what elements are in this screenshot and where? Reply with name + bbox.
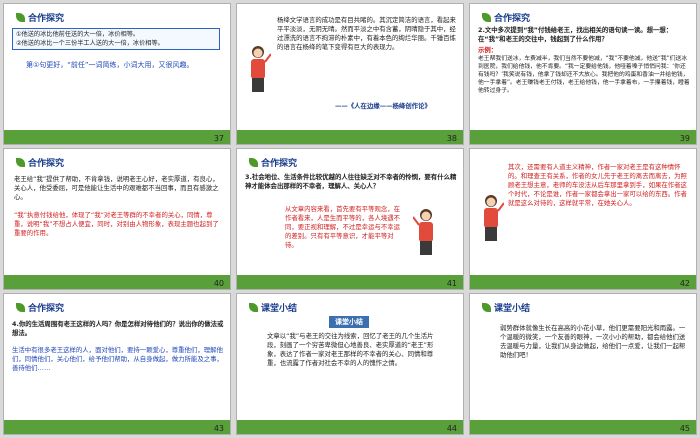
slide-footer xyxy=(470,275,696,289)
slide-footer xyxy=(4,130,230,144)
slide-number: 38 xyxy=(446,134,457,143)
option-2: ②他送的冰比一个三份半工人送的大一倍，冰价相等。 xyxy=(16,40,164,47)
leaf-icon xyxy=(482,302,491,312)
slide-thumbnail-43[interactable]: 合作探究 4.你的生活周围有老王这样的人吗？你是怎样对待他们的？说出你的做法或想… xyxy=(4,294,230,434)
slide-footer xyxy=(237,420,463,434)
section-tag: 合作探究 xyxy=(482,10,530,24)
option-1: ①他送的冰比他前任送的大一倍，冰价相等。 xyxy=(16,31,140,38)
slide-footer xyxy=(4,275,230,289)
slide-footer xyxy=(237,275,463,289)
slide-number: 45 xyxy=(679,424,690,433)
summary-text: 文章以“我”与老王的交往为线索，回忆了老王的几个生活片段，刻画了一个穷苦卑微但心… xyxy=(267,332,434,367)
teacher-figure-icon xyxy=(251,46,271,92)
summary-badge: 课堂小结 xyxy=(329,316,369,328)
answer-text: 第①句更好，“前任”一词简练，小词大用，又很风趣。 xyxy=(26,61,194,69)
highlight-text: “我”执意付钱给他，体现了“我”对老王等群的不幸者的关心，同情，尊重，说明“我”… xyxy=(14,211,219,237)
slide-thumbnail-40[interactable]: 合作探究 老王给“我”提供了帮助，不肯拿钱，说明老王心好，老实厚道，有良心，关心… xyxy=(4,149,230,289)
slide-footer xyxy=(237,130,463,144)
slide-thumbnail-41[interactable]: 合作探究 3.社会地位、生活条件比较优越的人往往缺乏对不幸者的怜悯，要有什么精神… xyxy=(237,149,463,289)
answer-text: 生活中有很多老王这样的人，面对他们，要持一颗爱心，尊重他们，理解他们，同情他们，… xyxy=(12,346,223,372)
slide-footer xyxy=(470,130,696,144)
slide-thumbnail-42[interactable]: 其次，还需要有人道主义精神，作者一家对老王是有这种情怀的。和理查王有关系，作者的… xyxy=(470,149,696,289)
slide-number: 44 xyxy=(446,424,457,433)
slide-number: 37 xyxy=(213,134,224,143)
leaf-icon xyxy=(249,157,258,167)
slide-thumbnail-37[interactable]: 合作探究 ①他送的冰比他前任送的大一倍，冰价相等。 ②他送的冰比一个三份半工人送… xyxy=(4,4,230,144)
section-tag: 合作探究 xyxy=(16,155,64,169)
slide-sorter-grid: 合作探究 ①他送的冰比他前任送的大一倍，冰价相等。 ②他送的冰比一个三份半工人送… xyxy=(0,0,700,438)
slide-thumbnail-39[interactable]: 合作探究 2.文中多次提到“我”付钱给老王，找出相关的语句读一读。想一想：在“我… xyxy=(470,4,696,144)
question-text: 4.你的生活周围有老王这样的人吗？你是怎样对待他们的？说出你的做法或想法。 xyxy=(12,320,224,337)
leaf-icon xyxy=(482,12,491,22)
slide-thumbnail-44[interactable]: 课堂小结 课堂小结 文章以“我”与老王的交往为线索，回忆了老王的几个生活片段，刻… xyxy=(237,294,463,434)
quote-text: 杨绛文学语言的成功是有目共睹的。其沉定简洁的语言，看起来平平淡淡，无阴无晴。然而… xyxy=(277,16,456,51)
section-tag: 课堂小结 xyxy=(249,300,297,314)
slide-thumbnail-45[interactable]: 课堂小结 弱势群体就像生长在高高的小花小草，他们更需要阳光和雨露。一个温暖的微笑… xyxy=(470,294,696,434)
leaf-icon xyxy=(16,12,25,22)
section-tag: 合作探究 xyxy=(16,300,64,314)
slide-number: 42 xyxy=(679,279,690,288)
example-label: 示例： xyxy=(478,46,498,54)
question-text: 2.文中多次提到“我”付钱给老王，找出相关的语句读一读。想一想：在“我”和老王的… xyxy=(478,26,673,43)
question-box: ①他送的冰比他前任送的大一倍，冰价相等。 ②他送的冰比一个三份半工人送的大一倍，… xyxy=(12,28,220,50)
body-text: 老王给“我”提供了帮助，不肯拿钱，说明老王心好，老实厚道，有良心，关心人，他受委… xyxy=(14,175,219,201)
quote-source: ——《人在边缘——杨绛创作论》 xyxy=(335,102,431,110)
slide-number: 41 xyxy=(446,279,457,288)
summary-text: 弱势群体就像生长在高高的小花小草，他们更需要阳光和雨露。一个温暖的微笑，一个友善… xyxy=(500,324,686,359)
slide-number: 39 xyxy=(679,134,690,143)
slide-number: 43 xyxy=(213,424,224,433)
slide-footer xyxy=(4,420,230,434)
leaf-icon xyxy=(16,157,25,167)
leaf-icon xyxy=(249,302,258,312)
section-tag: 合作探究 xyxy=(16,10,64,24)
question-text: 3.社会地位、生活条件比较优越的人往往缺乏对不幸者的怜悯，要有什么精神才能体会出… xyxy=(245,173,457,190)
leaf-icon xyxy=(16,302,25,312)
teacher-figure-icon xyxy=(413,209,433,255)
section-tag: 课堂小结 xyxy=(482,300,530,314)
example-text: 老王帮我们送冰，车费减半，我们当然不要他减，“我”不要他减，他送“我”们送冰到医… xyxy=(478,56,690,94)
slide-number: 40 xyxy=(213,279,224,288)
teacher-figure-icon xyxy=(484,195,504,241)
section-tag: 合作探究 xyxy=(249,155,297,169)
body-text: 其次，还需要有人道主义精神，作者一家对老王是有这种情怀的。和理查王有关系，作者的… xyxy=(508,163,687,207)
slide-footer xyxy=(470,420,696,434)
slide-thumbnail-38[interactable]: 杨绛文学语言的成功是有目共睹的。其沉定简洁的语言，看起来平平淡淡，无阴无晴。然而… xyxy=(237,4,463,144)
answer-text: 从文章内容来看，首先要有平等观念，在作者看来，人是生而平等的，各人境遇不同，要正… xyxy=(285,205,401,249)
